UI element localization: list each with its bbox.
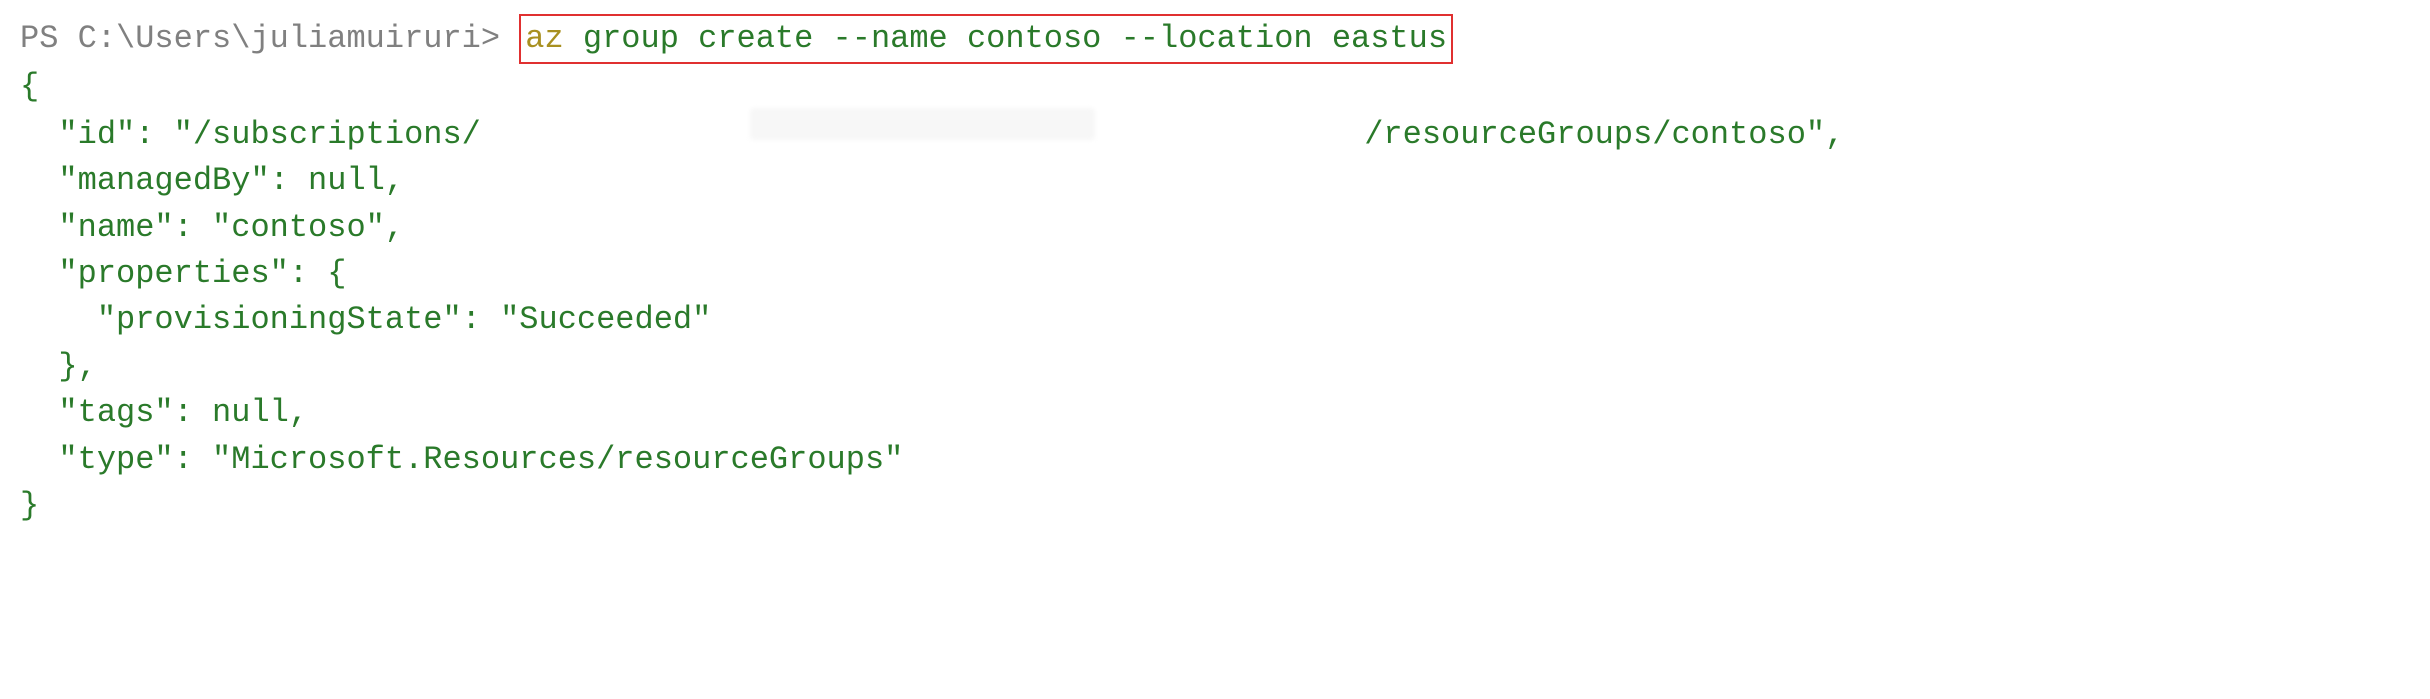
json-tags: "tags": null,: [20, 390, 2410, 436]
json-name: "name": "contoso",: [20, 205, 2410, 251]
json-brace-open: {: [20, 64, 2410, 110]
json-managedby: "managedBy": null,: [20, 158, 2410, 204]
command-highlight-box: az group create --name contoso --locatio…: [519, 14, 1453, 64]
json-id-key: "id":: [58, 112, 154, 158]
shell-name: PS: [20, 20, 58, 57]
json-type: "type": "Microsoft.Resources/resourceGro…: [20, 437, 2410, 483]
json-provisioning-state: "provisioningState": "Succeeded": [20, 297, 2410, 343]
command-subcommand: group create: [583, 20, 813, 57]
command-executable[interactable]: az: [525, 20, 563, 57]
json-id-suffix: /resourceGroups/contoso",: [1364, 112, 1844, 158]
prompt-line: PS C:\Users\juliamuiruri> az group creat…: [20, 14, 2410, 64]
flag-location: --location: [1121, 20, 1313, 57]
json-properties-close: },: [20, 344, 2410, 390]
json-properties-open: "properties": {: [20, 251, 2410, 297]
redacted-subscription-id: [750, 108, 1096, 140]
json-output: { "id": "/subscriptions/ /resourceGroups/…: [20, 64, 2410, 529]
prompt-path: C:\Users\juliamuiruri: [78, 20, 481, 57]
json-id-prefix: "/subscriptions/: [174, 112, 481, 158]
json-id-line: "id": "/subscriptions/ /resourceGroups/co…: [20, 111, 1844, 158]
value-name: contoso: [967, 20, 1101, 57]
flag-name: --name: [833, 20, 948, 57]
json-brace-close: }: [20, 483, 2410, 529]
value-location: eastus: [1332, 20, 1447, 57]
prompt-symbol: >: [481, 20, 500, 57]
